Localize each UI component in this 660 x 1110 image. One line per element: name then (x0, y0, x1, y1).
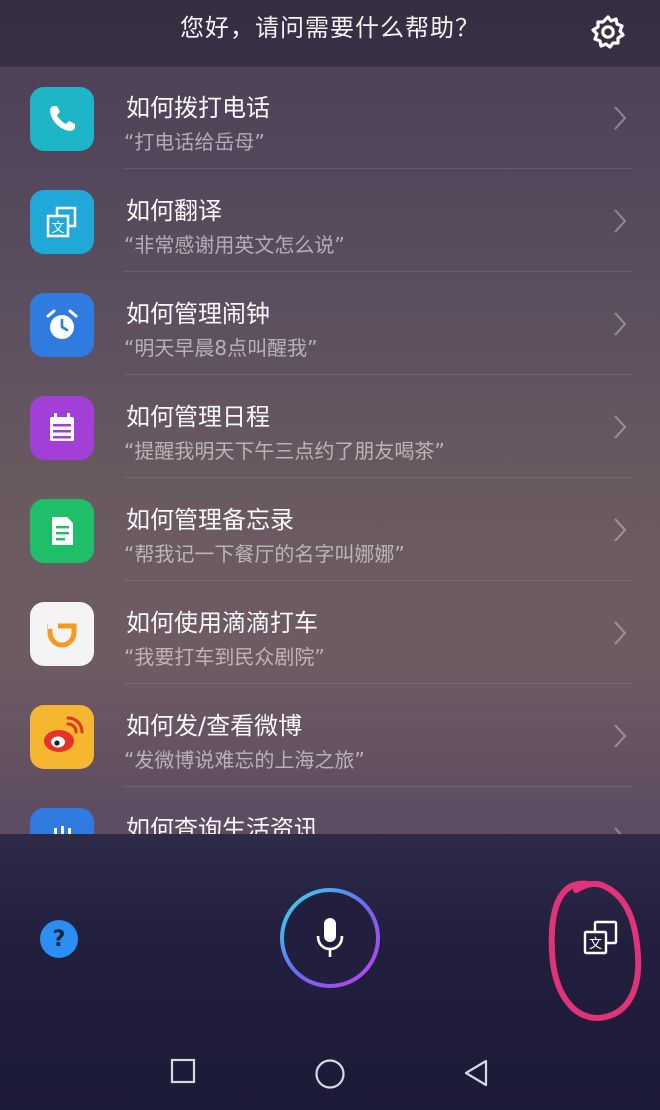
translate-icon[interactable]: 文 (580, 918, 622, 960)
alarm-clock-icon (30, 293, 94, 357)
triangle-back-icon[interactable] (462, 1058, 490, 1088)
top-bar: 您好，请问需要什么帮助？ (0, 0, 660, 67)
chevron-right-icon (614, 724, 627, 748)
list-item[interactable]: 文 如何翻译 “非常感谢用英文怎么说” (0, 169, 660, 272)
item-subtitle: “我要打车到民众剧院” (124, 645, 325, 669)
list-item[interactable]: 如何查询生活资讯 (0, 787, 660, 834)
chevron-right-icon (614, 312, 627, 336)
question-icon[interactable]: ? (40, 920, 78, 958)
notepad-icon (30, 499, 94, 563)
chevron-right-icon (614, 518, 627, 542)
svg-text:文: 文 (589, 937, 602, 952)
item-subtitle: “明天早晨8点叫醒我” (124, 336, 318, 360)
list-item[interactable]: 如何使用滴滴打车 “我要打车到民众剧院” (0, 581, 660, 684)
item-subtitle: “打电话给岳母” (124, 130, 265, 154)
chevron-right-icon (614, 106, 627, 130)
item-title: 如何管理日程 (126, 403, 270, 431)
greeting-title: 您好，请问需要什么帮助？ (180, 14, 480, 42)
svg-text:文: 文 (51, 221, 64, 236)
translate-icon: 文 (30, 190, 94, 254)
circle-icon[interactable] (314, 1058, 346, 1090)
chevron-right-icon (614, 827, 622, 834)
list-item[interactable]: 如何管理闹钟 “明天早晨8点叫醒我” (0, 272, 660, 375)
phone-icon (30, 87, 94, 151)
square-icon[interactable] (170, 1058, 196, 1084)
list-item[interactable]: 如何发/查看微博 “发微博说难忘的上海之旅” (0, 684, 660, 787)
list-item[interactable]: 如何管理日程 “提醒我明天下午三点约了朋友喝茶” (0, 375, 660, 478)
item-title: 如何翻译 (126, 197, 222, 225)
calendar-icon (30, 396, 94, 460)
item-subtitle: “提醒我明天下午三点约了朋友喝茶” (124, 439, 445, 463)
item-title: 如何管理闹钟 (126, 300, 270, 328)
item-title: 如何发/查看微博 (126, 712, 303, 740)
item-title: 如何查询生活资讯 (126, 815, 318, 834)
item-subtitle: “非常感谢用英文怎么说” (124, 233, 345, 257)
chevron-right-icon (614, 209, 627, 233)
item-title: 如何拨打电话 (126, 94, 270, 122)
help-topic-list: 如何拨打电话 “打电话给岳母” 文 如何翻译 “非常感谢用英文怎么说” 如何管理 (0, 66, 660, 834)
item-subtitle: “发微博说难忘的上海之旅” (124, 748, 365, 772)
item-title: 如何管理备忘录 (126, 506, 294, 534)
list-item[interactable]: 如何拨打电话 “打电话给岳母” (0, 66, 660, 169)
gear-icon[interactable] (588, 12, 628, 52)
chevron-right-icon (614, 621, 627, 645)
microphone-button[interactable] (276, 884, 384, 992)
didi-icon (30, 602, 94, 666)
item-title: 如何使用滴滴打车 (126, 609, 318, 637)
weibo-icon (30, 705, 94, 769)
item-subtitle: “帮我记一下餐厅的名字叫娜娜” (124, 542, 405, 566)
info-icon (30, 808, 94, 834)
list-item[interactable]: 如何管理备忘录 “帮我记一下餐厅的名字叫娜娜” (0, 478, 660, 581)
chevron-right-icon (614, 415, 627, 439)
